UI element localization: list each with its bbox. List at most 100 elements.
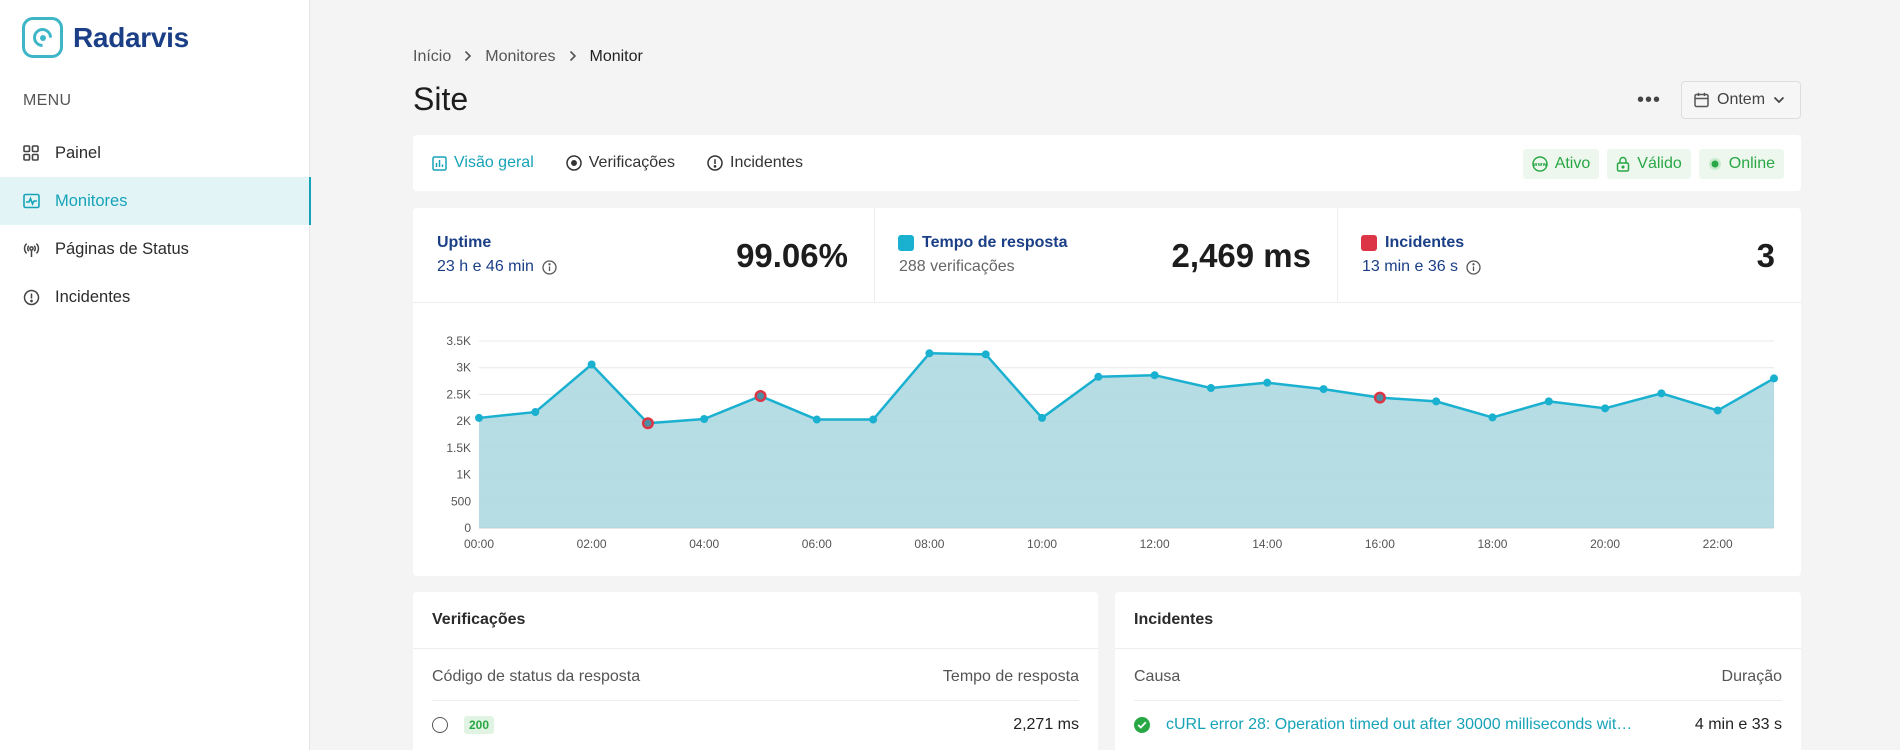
response-time-chart[interactable]: 0 500 1K 1.5K 2K 2.5K 3K 3.5K 00:00 02:00 04:00 06:… (413, 303, 1801, 576)
alert-circle-icon (707, 155, 723, 171)
uptime-title: Uptime (437, 234, 492, 251)
sidebar: Radarvis MENU Painel Monitores Páginas d… (0, 0, 311, 750)
more-options-label: ••• (1636, 88, 1661, 111)
status-badge-label: Válido (1637, 155, 1682, 172)
response-time-title-text: Tempo de resposta (922, 234, 1068, 251)
y-tick-label: 1K (456, 468, 471, 482)
data-point (1601, 404, 1610, 413)
incident-point-center (757, 392, 765, 400)
brand[interactable]: Radarvis (22, 17, 189, 58)
sidebar-item-label: Monitores (55, 191, 128, 210)
legend-swatch-icon (1361, 235, 1377, 251)
uptime-duration-text: 23 h e 46 min (437, 258, 534, 275)
calendar-icon (1694, 92, 1709, 108)
uptime-duration: 23 h e 46 min (437, 258, 557, 276)
status-badge-valido: Válido (1607, 149, 1691, 179)
x-tick-label: 06:00 (802, 537, 832, 551)
x-tick-label: 10:00 (1027, 537, 1057, 551)
column-header-response-time: Tempo de resposta (942, 668, 1079, 685)
sidebar-item-label: Páginas de Status (55, 239, 189, 258)
x-tick-label: 02:00 (577, 537, 607, 551)
radar-logo-icon (22, 17, 63, 58)
grid-icon (22, 144, 40, 162)
series-area (479, 353, 1774, 528)
chart-svg: 0 500 1K 1.5K 2K 2.5K 3K 3.5K 00:00 02:00 04:00 06:… (446, 334, 1778, 551)
chevron-right-icon (464, 49, 472, 65)
date-range-select[interactable]: Ontem (1681, 81, 1801, 119)
data-point (700, 415, 709, 424)
checks-panel-title: Verificações (432, 611, 526, 628)
data-point (1150, 371, 1159, 380)
checks-panel: Verificações Código de status da respost… (413, 592, 1098, 750)
table-row[interactable]: 200 2,271 ms (432, 716, 1079, 734)
status-dot-icon (1708, 157, 1722, 171)
data-point (1206, 384, 1215, 393)
status-badge-label: Ativo (1554, 155, 1591, 172)
y-tick-label: 2K (456, 414, 471, 428)
table-row[interactable]: cURL error 28: Operation timed out after… (1134, 716, 1782, 734)
y-tick-label: 3.5K (446, 334, 471, 348)
incidents-stat: Incidentes 13 min e 36 s 3 (1338, 208, 1801, 303)
status-badge-online: Online (1698, 149, 1784, 179)
uptime-stat: Uptime 23 h e 46 min 99.06% (413, 208, 875, 303)
data-point (1094, 372, 1103, 381)
data-point (587, 360, 596, 369)
breadcrumb-link-monitores[interactable]: Monitores (485, 48, 555, 66)
y-tick-label: 3K (456, 361, 471, 375)
checks-table-header: Código de status da resposta Tempo de re… (432, 668, 1079, 686)
status-badge-ativo: www Ativo (1522, 149, 1600, 179)
sidebar-item-paginas-de-status[interactable]: Páginas de Status (0, 225, 310, 273)
data-point (812, 415, 821, 424)
brand-name: Radarvis (73, 21, 189, 53)
status-code-badge: 200 (464, 716, 495, 734)
chevron-down-icon (1773, 96, 1785, 104)
more-options-button[interactable]: ••• (1632, 86, 1666, 114)
incident-point-center (1376, 394, 1384, 402)
divider (432, 700, 1079, 701)
incidents-duration: 13 min e 36 s (1362, 258, 1481, 276)
response-time-title: Tempo de resposta (898, 234, 1068, 252)
www-icon: www (1531, 156, 1548, 172)
incidents-table-header: Causa Duração (1134, 668, 1782, 686)
status-badge-label: Online (1728, 155, 1775, 172)
target-icon (566, 155, 582, 171)
y-tick-label: 1.5K (446, 441, 471, 455)
x-tick-label: 14:00 (1252, 537, 1282, 551)
sidebar-item-painel[interactable]: Painel (0, 129, 310, 177)
sidebar-item-monitores[interactable]: Monitores (0, 177, 311, 225)
chevron-right-icon (569, 49, 577, 65)
tab-verificacoes[interactable]: Verificações (566, 154, 675, 172)
x-tick-label: 04:00 (689, 537, 719, 551)
tab-incidentes[interactable]: Incidentes (707, 154, 803, 172)
breadcrumb-link-inicio[interactable]: Início (413, 48, 451, 66)
incidents-title: Incidentes (1361, 234, 1464, 252)
info-icon[interactable] (542, 259, 557, 275)
tab-visao-geral[interactable]: Visão geral (432, 154, 534, 172)
column-header-cause: Causa (1134, 668, 1181, 685)
y-tick-label: 0 (464, 521, 471, 535)
data-point (1770, 374, 1778, 383)
x-tick-label: 08:00 (914, 537, 944, 551)
column-header-status-code: Código de status da resposta (432, 668, 641, 685)
sidebar-item-incidentes[interactable]: Incidentes (0, 273, 310, 321)
row-radio[interactable] (432, 717, 448, 733)
overview-card: Uptime 23 h e 46 min 99.06% Tempo de res… (413, 208, 1801, 576)
chart-icon (432, 155, 447, 171)
incidents-duration-text: 13 min e 36 s (1362, 258, 1459, 275)
response-time-cell: 2,271 ms (1013, 716, 1079, 733)
legend-swatch-icon (898, 235, 914, 251)
page-title: Site (413, 81, 469, 117)
tabs-bar: Visão geral Verificações Incidentes www … (413, 135, 1801, 191)
info-icon[interactable] (1466, 259, 1481, 275)
data-point (531, 408, 540, 417)
tab-label: Visão geral (454, 154, 534, 171)
incidents-panel: Incidentes Causa Duração cURL error 28: … (1115, 592, 1801, 750)
broadcast-icon (22, 240, 40, 258)
tab-label: Verificações (588, 154, 676, 171)
breadcrumb: Início Monitores Monitor (413, 48, 643, 66)
incident-point-center (644, 419, 652, 427)
incident-cause-link[interactable]: cURL error 28: Operation timed out after… (1166, 716, 1636, 734)
resolved-check-icon (1134, 717, 1150, 733)
data-point (869, 415, 878, 424)
monitor-icon (22, 192, 40, 210)
